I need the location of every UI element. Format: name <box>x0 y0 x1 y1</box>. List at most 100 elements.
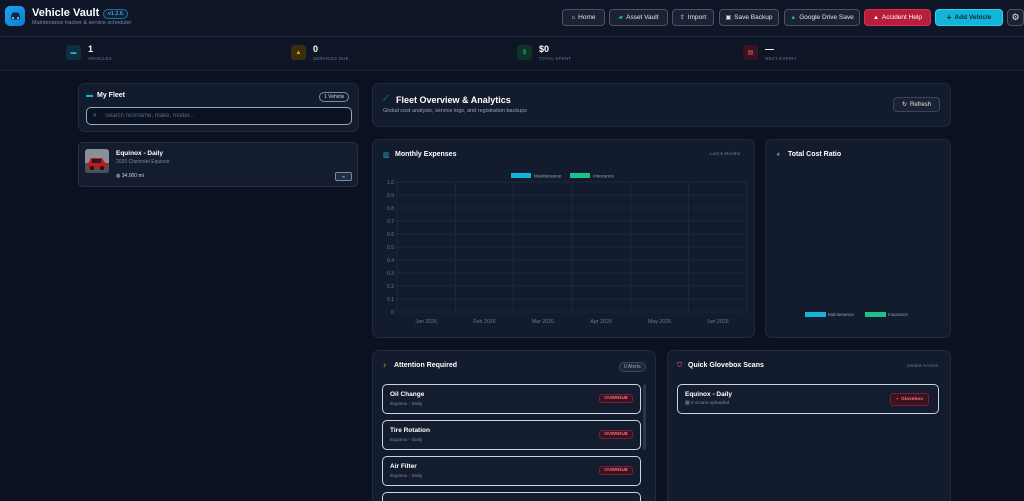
refresh-icon: ↻ <box>901 102 907 108</box>
home-icon: ⌂ <box>571 14 576 21</box>
alert-item-partial[interactable] <box>382 492 641 501</box>
document-icon: ▦ <box>685 401 690 406</box>
alert-item[interactable]: Tire Rotation Equinox - Daily OVERDUE <box>382 420 641 450</box>
stats-bar: ▬ 1 VEHICLES ▲ 0 SERVICES DUE $ $0 TOTAL… <box>0 37 1024 71</box>
x-tick-label: Jun 2026 <box>707 319 729 325</box>
vehicle-thumbnail <box>85 149 109 173</box>
dollar-icon: $ <box>517 45 532 60</box>
x-tick-label: Apr 2026 <box>590 319 612 325</box>
y-tick-label: 0.5 <box>387 245 394 251</box>
attention-scrollbar[interactable] <box>643 384 646 450</box>
add-vehicle-button[interactable]: + Add Vehicle <box>935 9 1003 26</box>
legend-swatch-maintenance <box>805 312 826 317</box>
warning-icon: ▲ <box>291 45 306 60</box>
alert-item[interactable]: Oil Change Equinox - Daily OVERDUE <box>382 384 641 414</box>
plus-icon: + <box>946 13 952 22</box>
expense-chart: 1.0 0.9 0.8 0.7 0.6 0.5 0.4 0.3 0.2 0.1 0 Jan 2026 F… <box>387 173 748 325</box>
x-tick-label: Jan 2026 <box>415 319 437 325</box>
settings-button[interactable]: ⚙ <box>1007 9 1024 26</box>
stat-value: — <box>765 44 774 54</box>
stat-value: $0 <box>539 44 550 54</box>
asset-vault-button[interactable]: ▰ Asset Vault <box>609 9 668 26</box>
bell-icon: ♪ <box>383 362 387 369</box>
overview-subtitle: Global cost analysis, service logs, and … <box>383 108 527 114</box>
alerts-badge: 0 Alerts <box>619 362 646 372</box>
range-label: Last 6 Months <box>710 152 741 157</box>
glovebox-vehicle-name: Equinox - Daily <box>685 391 732 398</box>
glovebox-title: Quick Glovebox Scans <box>688 362 764 369</box>
alert-item[interactable]: Air Filter Equinox - Daily OVERDUE <box>382 456 641 486</box>
home-button[interactable]: ⌂ Home <box>562 9 605 26</box>
alert-name: Oil Change <box>390 391 425 398</box>
y-tick-label: 0.3 <box>387 271 394 277</box>
refresh-button[interactable]: ↻ Refresh <box>893 97 940 112</box>
stat-label: SERVICES DUE <box>313 56 349 61</box>
x-tick-label: Mar 2026 <box>532 319 554 325</box>
calendar-icon: ▤ <box>743 45 758 60</box>
vehicle-model: 2020 Chevrolet Equinox <box>116 159 170 165</box>
monthly-expenses-title: Monthly Expenses <box>395 151 457 158</box>
odometer-icon: ◍ <box>116 173 121 179</box>
vehicle-card[interactable]: Equinox - Daily 2020 Chevrolet Equinox ◍… <box>78 142 358 187</box>
legend-swatch-insurance <box>865 312 886 317</box>
alert-vehicle: Equinox - Daily <box>390 474 423 479</box>
cost-ratio-title: Total Cost Ratio <box>788 151 842 158</box>
search-input[interactable] <box>105 110 345 122</box>
bar-chart-icon: ▥ <box>383 152 390 159</box>
x-tick-label: May 2026 <box>648 319 671 325</box>
app-header: Vehicle Vault v1.2.6 Maintenance tracker… <box>0 0 1024 37</box>
y-tick-label: 0.7 <box>387 219 394 225</box>
shield-icon: ⛉ <box>677 362 683 369</box>
vehicle-name: Equinox - Daily <box>116 150 163 157</box>
x-tick-label: Feb 2026 <box>473 319 495 325</box>
fleet-search[interactable]: ⌕ <box>86 107 352 125</box>
stat-label: VEHICLES <box>88 56 112 61</box>
warning-icon: ▲ <box>872 14 879 21</box>
cost-ratio-panel <box>765 139 951 338</box>
y-tick-label: 0.9 <box>387 193 394 199</box>
overdue-badge: OVERDUE <box>599 466 633 475</box>
glovebox-card[interactable]: Equinox - Daily ▦ 0 Scans uploaded ◐ Glov… <box>677 384 939 414</box>
stat-value: 0 <box>313 44 319 54</box>
stat-value: 1 <box>88 44 94 54</box>
overdue-badge: OVERDUE <box>599 394 633 403</box>
y-tick-label: 1.0 <box>387 180 394 186</box>
search-icon: ⌕ <box>93 112 97 119</box>
fleet-title: My Fleet <box>97 92 126 99</box>
legend-label-insurance: Insurance <box>593 174 614 180</box>
car-icon: ▬ <box>86 92 93 99</box>
y-tick-label: 0.8 <box>387 206 394 212</box>
legend-swatch-maintenance <box>511 173 531 178</box>
save-icon: ▣ <box>725 15 732 21</box>
legend-label-maintenance: Maintenance <box>534 174 562 180</box>
attention-title: Attention Required <box>394 362 457 369</box>
version-badge: v1.2.6 <box>103 9 128 19</box>
alert-vehicle: Equinox - Daily <box>390 402 423 407</box>
overdue-badge: OVERDUE <box>599 430 633 439</box>
stat-label: TOTAL SPENT <box>539 56 572 61</box>
save-backup-button[interactable]: ▣ Save Backup <box>719 9 779 26</box>
alert-name: Air Filter <box>390 463 417 470</box>
vehicle-count-badge: 1 Vehicle <box>319 92 350 102</box>
fleet-overview-panel <box>372 83 951 127</box>
legend-label-maintenance: Maintenance <box>828 312 854 317</box>
scan-count: ▦ 0 Scans uploaded <box>685 401 730 406</box>
gear-icon: ⚙ <box>1011 12 1020 22</box>
drive-icon: ▲ <box>790 14 797 21</box>
vault-icon: ▰ <box>618 15 624 21</box>
legend-label-insurance: Insurance <box>888 312 908 317</box>
import-button[interactable]: ⇪ Import <box>672 9 714 26</box>
alert-name: Tire Rotation <box>390 427 430 434</box>
google-drive-save-button[interactable]: ▲ Google Drive Save <box>784 9 860 26</box>
alert-vehicle: Equinox - Daily <box>390 438 423 443</box>
upload-icon: ⇪ <box>679 15 685 21</box>
app-title: Vehicle Vault <box>32 7 100 19</box>
y-tick-label: 0 <box>391 310 394 316</box>
y-tick-label: 0.2 <box>387 284 394 290</box>
y-tick-label: 0.4 <box>387 258 394 264</box>
car-logo-icon[interactable] <box>5 6 25 26</box>
chart-line-icon: ⟋ <box>383 94 389 103</box>
accident-help-button[interactable]: ▲ Accident Help <box>864 9 931 26</box>
vehicle-menu-toggle[interactable]: ▪▪ <box>335 172 352 181</box>
glovebox-button[interactable]: ◐ Glovebox <box>890 393 929 406</box>
